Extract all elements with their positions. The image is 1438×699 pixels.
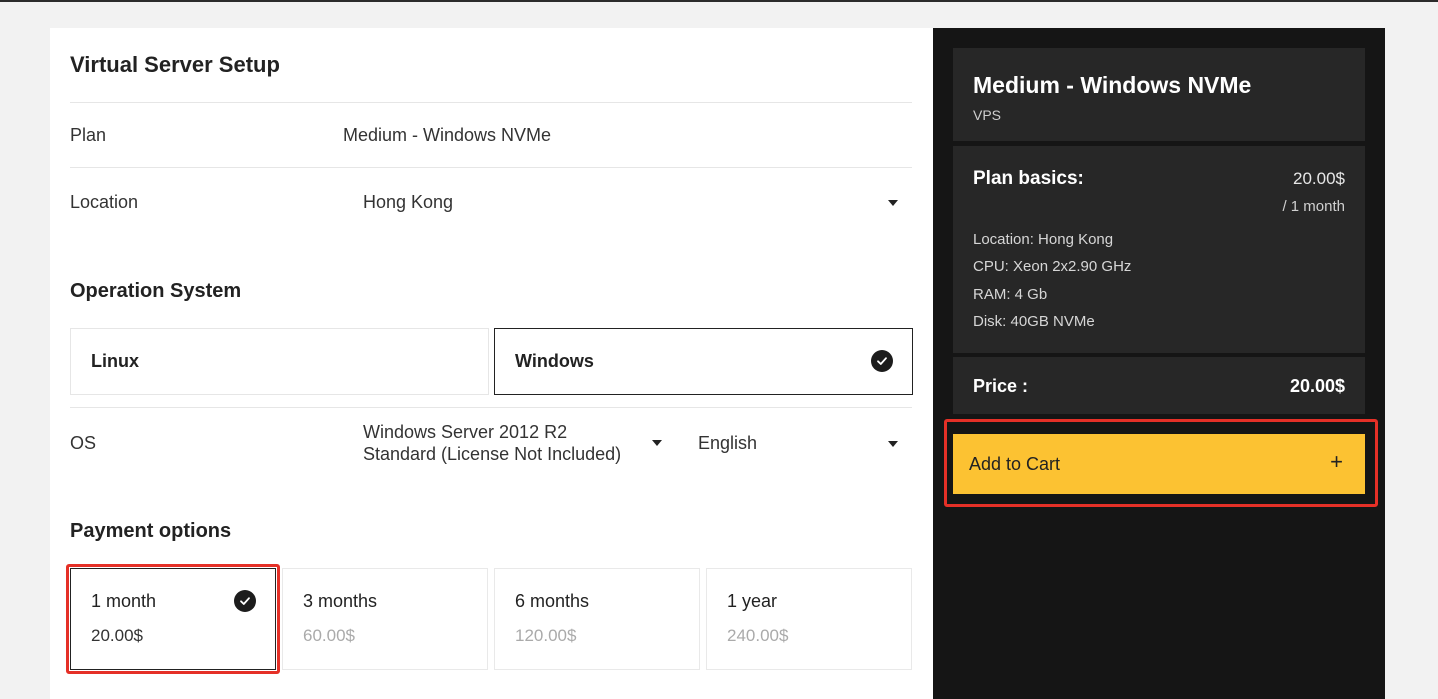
payment-term: 1 month (91, 591, 157, 611)
plan-basics-card: Plan basics: 20.00$ / 1 month Location: … (953, 146, 1365, 353)
divider (70, 407, 912, 408)
payment-price: 240.00$ (727, 626, 789, 645)
price-label: Price : (973, 376, 1029, 396)
os-option-label: Windows (515, 351, 594, 371)
spec-disk: Disk: 40GB NVMe (973, 313, 1095, 330)
payment-price: 20.00$ (91, 626, 143, 645)
spec-location: Location: Hong Kong (973, 231, 1114, 248)
os-version-select[interactable]: Windows Server 2012 R2 Standard (License… (350, 418, 670, 468)
os-option-linux[interactable]: Linux (70, 328, 489, 395)
payment-option-6-months[interactable]: 6 months 120.00$ (494, 568, 700, 670)
os-version-line1: Windows Server 2012 R2 (363, 422, 568, 442)
plan-basics-price: 20.00$ (1293, 169, 1345, 188)
chevron-down-icon (652, 440, 662, 446)
plan-type: VPS (973, 107, 1002, 123)
price-card: Price : 20.00$ (953, 357, 1365, 414)
checkmark-icon (871, 350, 893, 372)
add-to-cart-label: Add to Cart (969, 454, 1061, 474)
payment-price: 60.00$ (303, 626, 355, 645)
payment-option-1-month[interactable]: 1 month 20.00$ (70, 568, 276, 670)
chevron-down-icon (888, 441, 898, 447)
chevron-down-icon (888, 200, 898, 206)
os-label: OS (70, 433, 97, 453)
divider (70, 102, 912, 103)
location-label: Location (70, 192, 139, 212)
os-section-title: Operation System (70, 280, 242, 302)
language-value: English (698, 433, 758, 453)
plus-icon: + (1330, 449, 1343, 474)
order-summary-sidebar: Medium - Windows NVMe VPS Plan basics: 2… (933, 28, 1385, 699)
location-select[interactable]: Hong Kong (350, 183, 910, 223)
payment-section-title: Payment options (70, 520, 232, 542)
os-version-line2: Standard (License Not Included) (363, 444, 622, 464)
payment-term: 3 months (303, 591, 378, 611)
checkmark-icon (234, 590, 256, 612)
plan-basics-title: Plan basics: (973, 168, 1084, 189)
spec-cpu: CPU: Xeon 2x2.90 GHz (973, 258, 1132, 275)
payment-option-3-months[interactable]: 3 months 60.00$ (282, 568, 488, 670)
payment-price: 120.00$ (515, 626, 577, 645)
page-title: Virtual Server Setup (70, 52, 280, 77)
location-value: Hong Kong (363, 192, 454, 212)
spec-ram: RAM: 4 Gb (973, 286, 1048, 303)
price-value: 20.00$ (1289, 376, 1345, 396)
language-select[interactable]: English (690, 423, 910, 463)
top-border (0, 0, 1438, 2)
payment-term: 1 year (727, 591, 778, 611)
payment-term: 6 months (515, 591, 590, 611)
payment-option-1-year[interactable]: 1 year 240.00$ (706, 568, 912, 670)
plan-header-card: Medium - Windows NVMe VPS (953, 48, 1365, 141)
plan-name: Medium - Windows NVMe (973, 72, 1252, 98)
plan-label: Plan (70, 125, 107, 145)
server-setup-panel: Virtual Server Setup Plan Medium - Windo… (50, 28, 933, 699)
plan-basics-period: / 1 month (1282, 198, 1345, 215)
add-to-cart-button[interactable]: Add to Cart + (953, 434, 1365, 494)
os-option-windows[interactable]: Windows (494, 328, 913, 395)
plan-value: Medium - Windows NVMe (343, 125, 552, 145)
divider (70, 167, 912, 168)
os-option-label: Linux (91, 351, 139, 371)
